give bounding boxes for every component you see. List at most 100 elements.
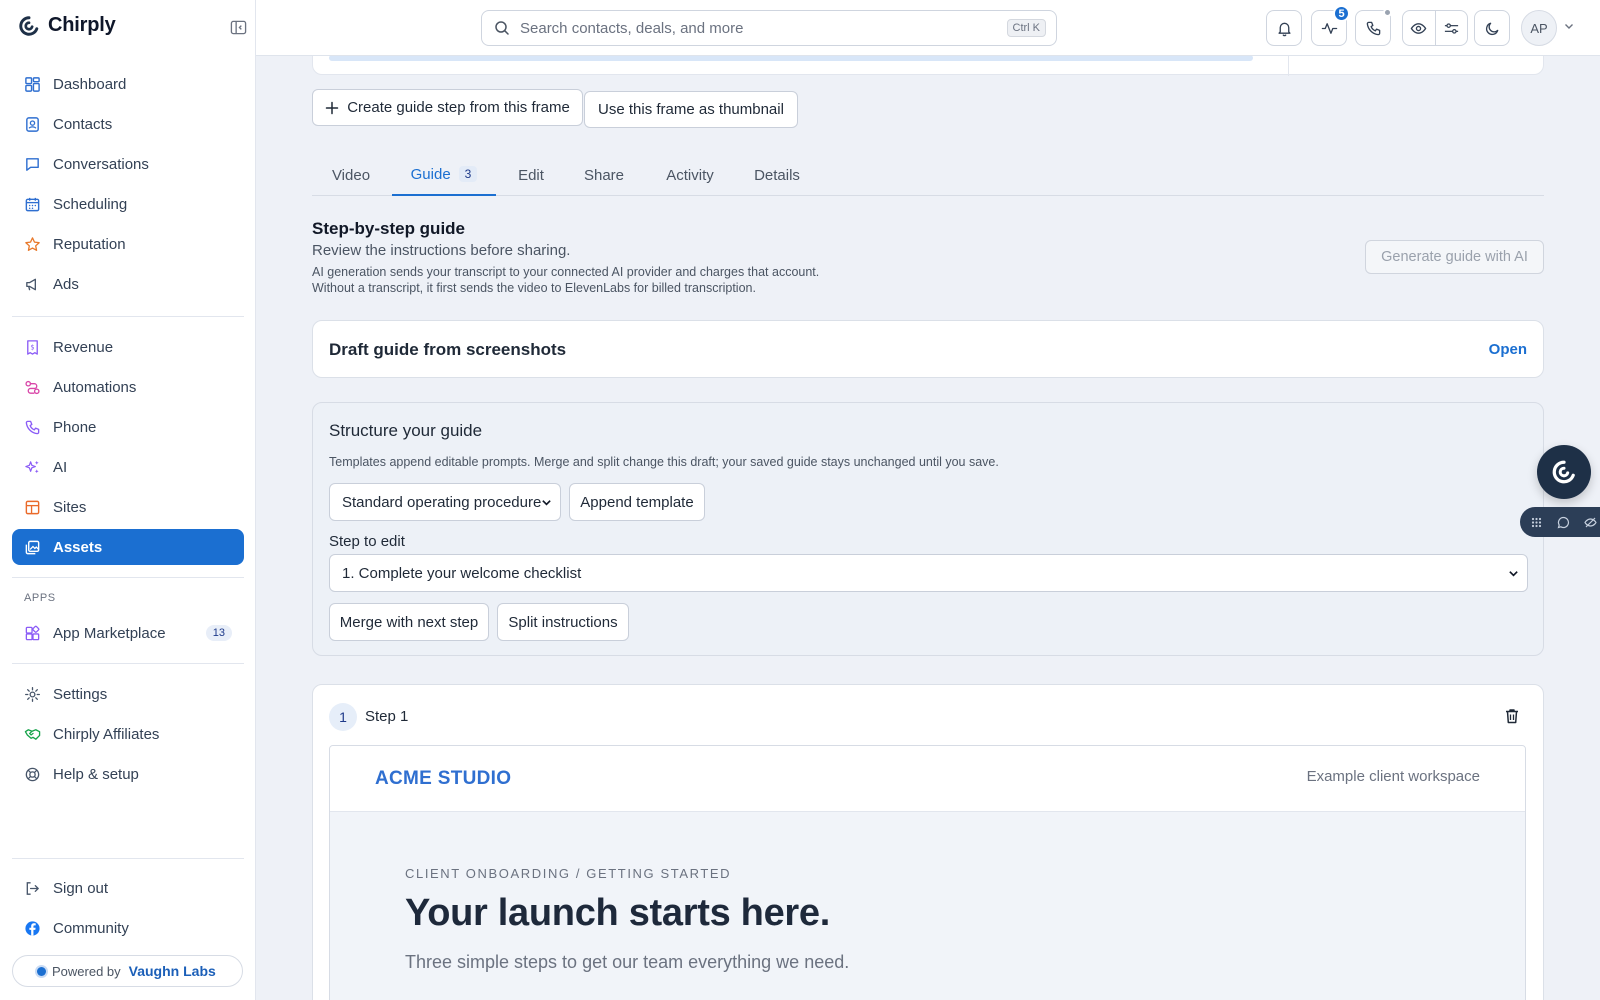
sidebar-item-contacts[interactable]: Contacts	[12, 106, 244, 142]
sidebar-item-community[interactable]: Community	[12, 910, 244, 946]
sidebar-item-label: Automations	[53, 378, 137, 396]
chevron-down-icon[interactable]	[1563, 20, 1575, 32]
sidebar-item-dashboard[interactable]: Dashboard	[12, 66, 244, 102]
theme-toggle[interactable]	[1474, 10, 1510, 46]
create-step-label: Create guide step from this frame	[347, 99, 570, 116]
tab-share[interactable]: Share	[570, 154, 638, 196]
sidebar-item-label: Chirply Affiliates	[53, 725, 160, 743]
powered-by-badge[interactable]: Powered by Vaughn Labs	[12, 955, 243, 987]
frame-scrubber[interactable]	[329, 56, 1253, 61]
template-select-value: Standard operating procedure	[342, 493, 542, 511]
sidebar-item-label: Conversations	[53, 155, 149, 173]
guide-title: Step-by-step guide	[312, 219, 466, 238]
tab-label: Guide	[410, 165, 451, 183]
notifications-button[interactable]	[1266, 10, 1302, 46]
tab-label: Video	[331, 166, 371, 184]
sidebar-item-label: Reputation	[53, 235, 126, 253]
tab-guide[interactable]: Guide 3	[392, 154, 496, 196]
sidebar-item-help[interactable]: Help & setup	[12, 756, 244, 792]
sidebar-item-automations[interactable]: Automations	[12, 369, 244, 405]
screenshot-brand: ACME STUDIO	[375, 768, 512, 789]
step-to-edit-label: Step to edit	[329, 533, 405, 550]
asset-tabs: Video Guide 3 Edit Share Activity Details	[312, 154, 1544, 196]
search-icon	[495, 21, 509, 35]
sidebar-item-sign-out[interactable]: Sign out	[12, 870, 244, 906]
user-avatar[interactable]: AP	[1521, 10, 1557, 46]
screenshot-headline: Your launch starts here.	[405, 892, 830, 934]
step-select-value: 1. Complete your welcome checklist	[342, 564, 582, 582]
append-template-label: Append template	[580, 493, 694, 511]
plus-icon	[325, 101, 339, 114]
guide-ai-note: AI generation sends your transcript to y…	[312, 265, 820, 295]
tab-edit[interactable]: Edit	[500, 154, 562, 196]
phone-button[interactable]	[1355, 8, 1392, 46]
bell-icon	[1277, 22, 1291, 36]
filters-button[interactable]	[1434, 11, 1468, 45]
search-input[interactable]: Search contacts, deals, and more Ctrl K	[481, 10, 1057, 46]
step-select[interactable]: 1. Complete your welcome checklist	[329, 554, 1528, 592]
megaphone-icon	[26, 278, 36, 290]
app-grid-icon	[25, 625, 40, 640]
use-thumbnail-button[interactable]: Use this frame as thumbnail	[584, 91, 798, 128]
workflow-icon	[25, 380, 40, 394]
sidebar-item-label: Help & setup	[53, 765, 139, 783]
secondary-nav: $ Revenue Automations Phone AI Sites Ass…	[12, 329, 244, 569]
chat-bubble-icon[interactable]	[1557, 516, 1570, 529]
top-bar: Search contacts, deals, and more Ctrl K …	[256, 0, 1600, 56]
draft-guide-card: Draft guide from screenshots Open	[312, 320, 1544, 378]
sidebar-item-settings[interactable]: Settings	[12, 676, 244, 712]
brand[interactable]: Chirply	[18, 14, 116, 37]
sign-out-icon	[26, 881, 39, 895]
collapse-sidebar-icon[interactable]	[230, 19, 247, 36]
tab-video[interactable]: Video	[312, 154, 390, 196]
sidebar-item-label: Phone	[53, 418, 97, 436]
apps-section-label: APPS	[24, 592, 56, 604]
sidebar-item-label: Community	[53, 919, 129, 937]
generate-guide-button[interactable]: Generate guide with AI	[1365, 240, 1544, 274]
guide-step-card: 1 Step 1 ACME STUDIO Example client work…	[312, 684, 1544, 1000]
tab-count-badge: 3	[458, 166, 478, 182]
status-dot	[37, 967, 46, 976]
create-step-button[interactable]: Create guide step from this frame	[312, 89, 583, 126]
sidebar-item-assets[interactable]: Assets	[12, 529, 244, 565]
sparkles-icon	[25, 460, 39, 473]
draft-open-link[interactable]: Open	[1489, 341, 1527, 358]
preview-toggle[interactable]	[1403, 11, 1435, 45]
sidebar-item-conversations[interactable]: Conversations	[12, 146, 244, 182]
sidebar-item-label: Dashboard	[53, 75, 127, 93]
tab-activity[interactable]: Activity	[648, 154, 732, 196]
activity-button[interactable]: 5	[1311, 5, 1350, 46]
sidebar-item-scheduling[interactable]: Scheduling	[12, 186, 244, 222]
chirply-logo-icon	[19, 15, 39, 36]
sidebar-item-ai[interactable]: AI	[12, 449, 244, 485]
sidebar-item-sites[interactable]: Sites	[12, 489, 244, 525]
sidebar-item-ads[interactable]: Ads	[12, 266, 244, 302]
chat-bubble-icon	[26, 157, 39, 171]
app-count-badge: 13	[205, 625, 232, 641]
screenshot-eyebrow: CLIENT ONBOARDING / GETTING STARTED	[405, 866, 732, 881]
sidebar-item-phone[interactable]: Phone	[12, 409, 244, 445]
assistant-fab[interactable]	[1537, 445, 1591, 499]
eye-off-icon[interactable]	[1584, 516, 1597, 529]
main-nav: Dashboard Contacts Conversations Schedul…	[12, 66, 244, 306]
template-select[interactable]: Standard operating procedure	[329, 483, 561, 521]
split-instructions-button[interactable]: Split instructions	[497, 603, 629, 641]
sidebar-item-app-marketplace[interactable]: App Marketplace 13	[12, 615, 244, 651]
sidebar-item-label: Assets	[53, 538, 103, 556]
sidebar-item-affiliates[interactable]: Chirply Affiliates	[12, 716, 244, 752]
guide-subtitle: Review the instructions before sharing.	[312, 242, 571, 259]
append-template-button[interactable]: Append template	[569, 483, 705, 521]
sidebar-item-reputation[interactable]: Reputation	[12, 226, 244, 262]
screenshot-subtext: Three simple steps to get our team every…	[405, 952, 850, 972]
sidebar-item-revenue[interactable]: $ Revenue	[12, 329, 244, 365]
structure-panel: Structure your guide Templates append ed…	[312, 402, 1544, 656]
drag-handle-icon[interactable]	[1530, 516, 1543, 529]
assistant-toolbar	[1520, 507, 1600, 537]
sidebar-item-label: Revenue	[53, 338, 114, 356]
merge-step-button[interactable]: Merge with next step	[329, 603, 489, 641]
powered-by-brand: Vaughn Labs	[128, 963, 216, 979]
apps-nav: App Marketplace 13	[12, 615, 244, 655]
sidebar-item-label: Sign out	[53, 879, 109, 897]
trash-icon[interactable]	[1503, 707, 1521, 725]
tab-details[interactable]: Details	[738, 154, 816, 196]
